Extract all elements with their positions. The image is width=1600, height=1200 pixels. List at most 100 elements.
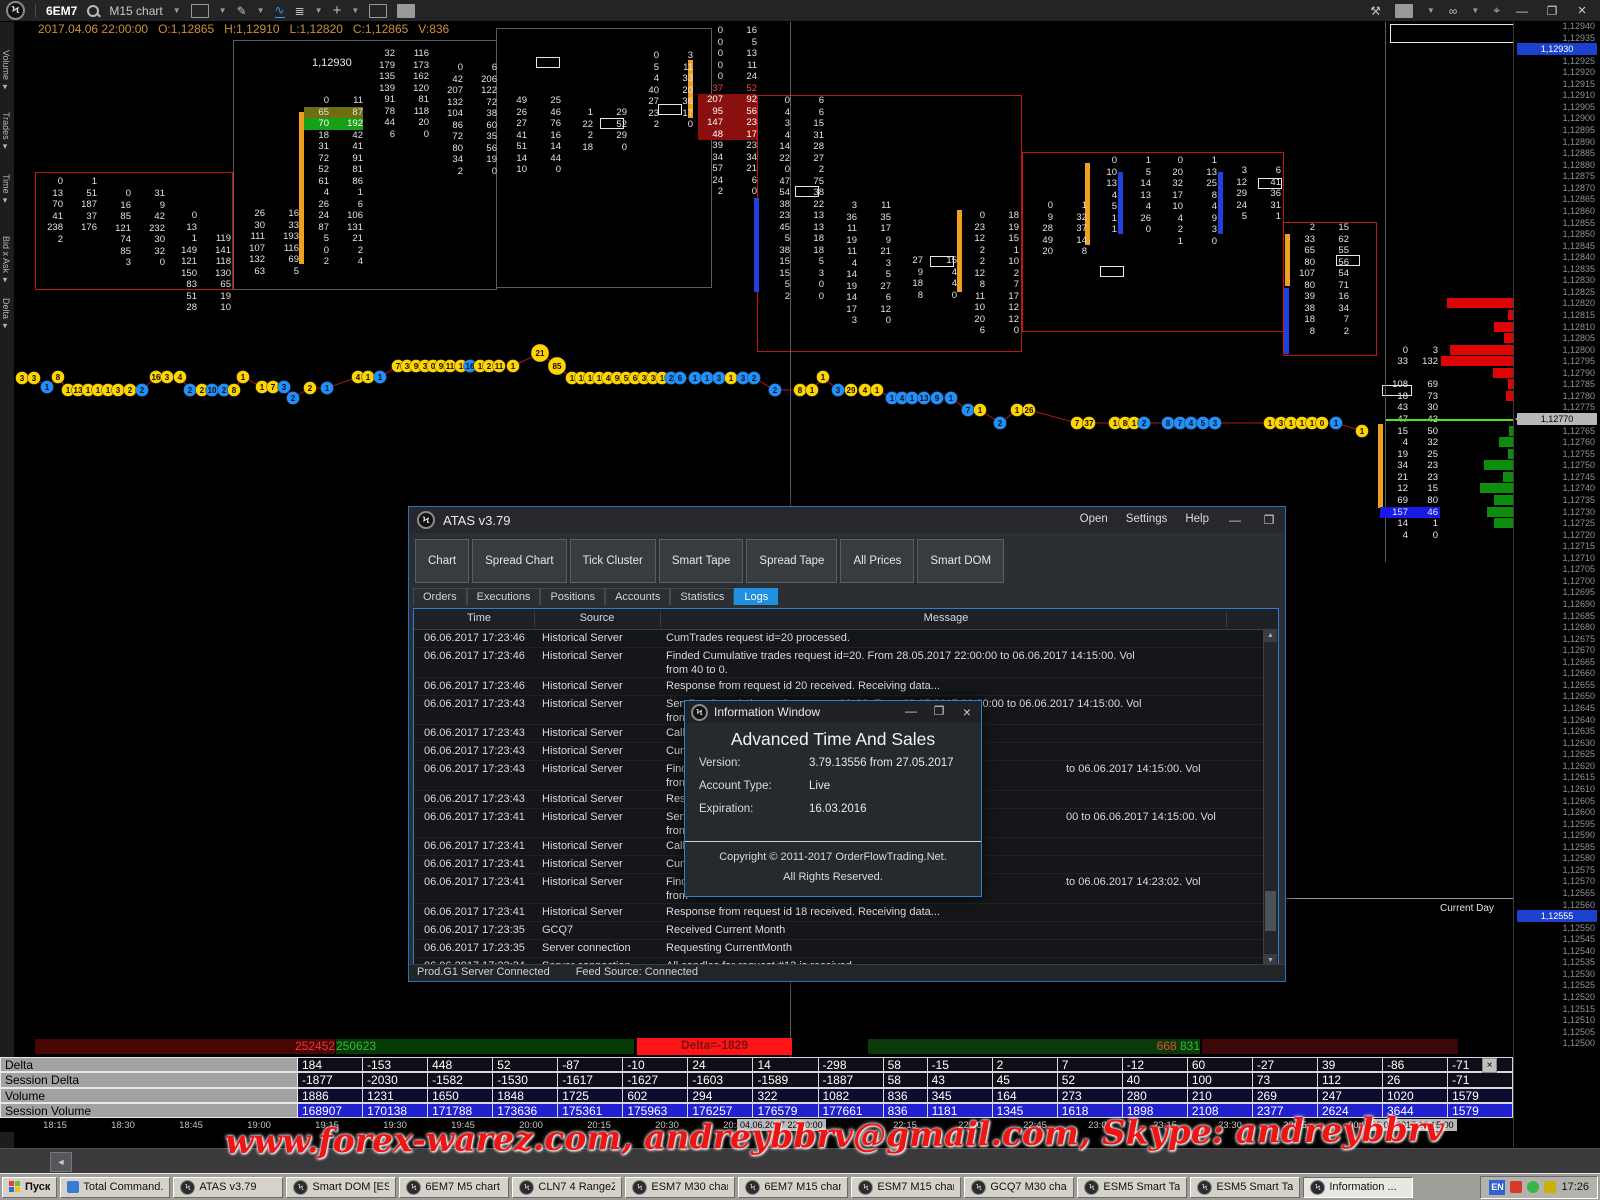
menu-open[interactable]: Open bbox=[1080, 513, 1108, 527]
horizontal-scrollbar[interactable]: ◄ bbox=[0, 1148, 1600, 1173]
log-row[interactable]: 06.06.2017 17:23:46Historical ServerCumT… bbox=[414, 629, 1278, 648]
tab-logs[interactable]: Logs bbox=[734, 588, 778, 605]
copyright-text: Copyright © 2011-2017 OrderFlowTrading.N… bbox=[685, 851, 981, 863]
module-button-tick-cluster[interactable]: Tick Cluster bbox=[570, 539, 656, 583]
footprint-column: 0131119149141121118150130836551192810 bbox=[172, 210, 231, 314]
cluster-ask-value: 15 bbox=[1412, 483, 1438, 494]
close-icon[interactable]: × bbox=[1482, 1058, 1497, 1073]
taskbar-item[interactable]: ϞESM7 M15 char... bbox=[851, 1177, 961, 1198]
bidask-row: 3033 bbox=[240, 220, 299, 232]
table-cell: 3644 bbox=[1383, 1103, 1448, 1118]
taskbar-item[interactable]: ϞGCQ7 M30 char... bbox=[964, 1177, 1074, 1198]
tab-executions[interactable]: Executions bbox=[467, 588, 541, 605]
cluster-ask-value: 30 bbox=[1412, 402, 1438, 413]
price-label: 1,12750 bbox=[1562, 460, 1595, 470]
maximize-icon[interactable]: ❐ bbox=[1261, 513, 1277, 527]
atas-window-titlebar[interactable]: Ϟ ATAS v3.79 Open Settings Help — ❐ bbox=[409, 507, 1285, 533]
start-button[interactable]: Пуск bbox=[2, 1177, 57, 1198]
price-label: 1,12780 bbox=[1562, 391, 1595, 401]
scrollbar-thumb[interactable] bbox=[1265, 891, 1276, 931]
menu-help[interactable]: Help bbox=[1185, 513, 1209, 527]
tab-positions[interactable]: Positions bbox=[540, 588, 605, 605]
windows-flag-icon bbox=[9, 1181, 21, 1193]
tray-icon-3[interactable] bbox=[1544, 1181, 1556, 1193]
price-label: 1,12640 bbox=[1562, 715, 1595, 725]
time-tick-label: 23:15 bbox=[1153, 1120, 1177, 1131]
module-button-spread-chart[interactable]: Spread Chart bbox=[472, 539, 566, 583]
table-cell: 448 bbox=[428, 1057, 493, 1072]
log-row[interactable]: 06.06.2017 17:23:46Historical ServerResp… bbox=[414, 677, 1278, 696]
module-button-spread-tape[interactable]: Spread Tape bbox=[746, 539, 837, 583]
bidask-row: 2776 bbox=[502, 118, 561, 130]
module-button-smart-dom[interactable]: Smart DOM bbox=[917, 539, 1004, 583]
minimize-icon[interactable]: — bbox=[1227, 513, 1243, 527]
log-row[interactable]: 06.06.2017 17:23:35Server connectionRequ… bbox=[414, 939, 1278, 958]
taskbar-item[interactable]: ϞESM7 M30 char... bbox=[625, 1177, 735, 1198]
language-indicator[interactable]: EN bbox=[1489, 1180, 1505, 1195]
price-label: 1,12765 bbox=[1562, 426, 1595, 436]
taskbar-item[interactable]: ϞCLN7 4 RangeZ... bbox=[512, 1177, 622, 1198]
bidask-row: 8660 bbox=[438, 120, 497, 132]
taskbar-item[interactable]: Ϟ6EM7 M15 char... bbox=[738, 1177, 848, 1198]
column-header-message[interactable]: Message bbox=[666, 612, 1226, 624]
taskbar-item[interactable]: Ϟ6EM7 M5 chart ... bbox=[399, 1177, 509, 1198]
bidask-row: 150130 bbox=[172, 268, 231, 280]
log-row[interactable]: 06.06.2017 17:23:46Historical ServerFind… bbox=[414, 647, 1278, 678]
column-header-source[interactable]: Source bbox=[542, 612, 652, 624]
time-axis[interactable]: 18:1518:3018:4519:0019:1519:3019:4520:00… bbox=[0, 1118, 1513, 1132]
table-row: Delta184-15344852-87-102414-29858-1527-1… bbox=[0, 1057, 1513, 1072]
table-cell: -1627 bbox=[623, 1072, 688, 1087]
price-label: 1,12725 bbox=[1562, 518, 1595, 528]
footprint-column: 0116587701921842314172915281618641266241… bbox=[304, 95, 363, 268]
bidask-row: 3141 bbox=[304, 141, 363, 153]
bidask-row: 6587 bbox=[304, 107, 363, 119]
menu-settings[interactable]: Settings bbox=[1126, 513, 1168, 527]
tab-accounts[interactable]: Accounts bbox=[605, 588, 670, 605]
table-cell: 45 bbox=[993, 1072, 1058, 1087]
row-label: Session Volume bbox=[0, 1103, 298, 1118]
tray-icon-1[interactable] bbox=[1510, 1181, 1522, 1193]
window-title: Information Window bbox=[714, 705, 820, 719]
bidask-row: 011 bbox=[304, 95, 363, 107]
log-row[interactable]: 06.06.2017 17:23:35GCQ7Received Current … bbox=[414, 921, 1278, 940]
tab-orders[interactable]: Orders bbox=[413, 588, 467, 605]
scroll-left-button[interactable]: ◄ bbox=[50, 1152, 72, 1172]
table-cell: -15 bbox=[928, 1057, 993, 1072]
vertical-scrollbar[interactable]: ▲ ▼ bbox=[1263, 629, 1278, 967]
bidask-row: 01 bbox=[1092, 155, 1151, 167]
session-buy-volume: 668 831 bbox=[868, 1039, 1200, 1054]
taskbar-item[interactable]: ϞInformation ... bbox=[1303, 1177, 1413, 1198]
log-row[interactable]: 06.06.2017 17:23:41Historical ServerResp… bbox=[414, 903, 1278, 922]
cluster-ask-value: 69 bbox=[1412, 379, 1438, 390]
info-field-value: 3.79.13556 from 27.05.2017 bbox=[809, 757, 954, 769]
taskbar-item[interactable]: ϞESM5 Smart Tape bbox=[1190, 1177, 1300, 1198]
bidask-row: 3752 bbox=[698, 83, 757, 95]
scroll-up-icon[interactable]: ▲ bbox=[1264, 629, 1277, 642]
tab-statistics[interactable]: Statistics bbox=[670, 588, 734, 605]
cluster-ask-value: 80 bbox=[1412, 495, 1438, 506]
minimize-icon[interactable]: — bbox=[903, 704, 919, 720]
taskbar-item[interactable]: ϞESM5 Smart Tape bbox=[1077, 1177, 1187, 1198]
footprint-column: 0642206207122132721043886607235805634192… bbox=[438, 62, 497, 177]
taskbar-item[interactable]: ϞSmart DOM [ES... bbox=[286, 1177, 396, 1198]
info-window-titlebar[interactable]: Ϟ Information Window — ❐ × bbox=[685, 701, 981, 723]
bidask-row: 169 bbox=[106, 200, 165, 212]
close-icon[interactable]: × bbox=[959, 704, 975, 720]
module-button-smart-tape[interactable]: Smart Tape bbox=[659, 539, 744, 583]
cumulative-buy-volume: 250623 bbox=[336, 1039, 634, 1054]
price-axis[interactable]: 1,129401,129351,129301,129251,129201,129… bbox=[1513, 22, 1600, 1147]
column-header-time[interactable]: Time bbox=[424, 612, 534, 624]
taskbar-item[interactable]: ϞATAS v3.79 bbox=[173, 1177, 283, 1198]
module-button-all-prices[interactable]: All Prices bbox=[840, 539, 914, 583]
price-label: 1,12580 bbox=[1562, 853, 1595, 863]
taskbar-item[interactable]: Total Command... bbox=[60, 1177, 170, 1198]
time-tick-label: 19:00 bbox=[247, 1120, 271, 1131]
delta-badge: Delta=-1829 bbox=[637, 1038, 792, 1055]
price-label: 1,12540 bbox=[1562, 946, 1595, 956]
maximize-icon[interactable]: ❐ bbox=[931, 704, 947, 720]
info-field-label: Version: bbox=[699, 757, 741, 769]
price-label: 1,12735 bbox=[1562, 495, 1595, 505]
table-cell: 1579 bbox=[1448, 1088, 1513, 1103]
tray-icon-2[interactable] bbox=[1527, 1181, 1539, 1193]
module-button-chart[interactable]: Chart bbox=[415, 539, 469, 583]
